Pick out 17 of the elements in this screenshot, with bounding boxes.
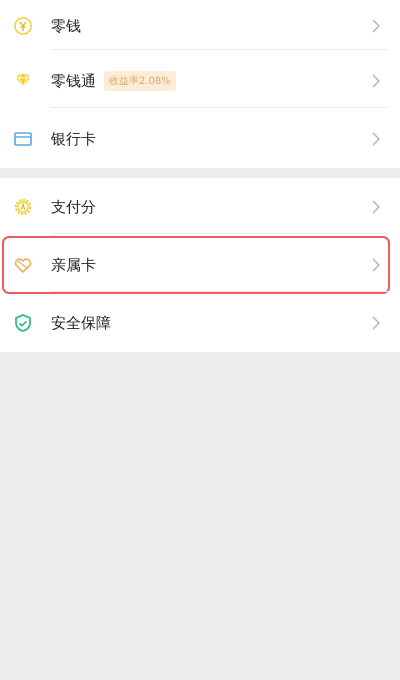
yield-tag: 收益率2.08%: [104, 71, 176, 91]
chevron-icon: [372, 200, 380, 214]
coin-icon: [13, 16, 33, 36]
menu-item[interactable]: 亲属卡: [51, 256, 96, 274]
gear-badge-icon: [13, 197, 33, 217]
menu-item[interactable]: 零钱通: [51, 72, 96, 90]
menu-item[interactable]: 支付分: [51, 198, 96, 216]
card-icon: [13, 129, 33, 149]
chevron-icon: [372, 258, 380, 272]
menu-item[interactable]: 银行卡: [51, 130, 96, 148]
chevron-icon: [372, 316, 380, 330]
chevron-icon: [372, 132, 380, 146]
chevron-icon: [372, 19, 380, 33]
chevron-icon: [372, 74, 380, 88]
menu-item[interactable]: 零钱: [51, 16, 81, 36]
shield-icon: [13, 313, 33, 333]
menu-item[interactable]: 安全保障: [51, 314, 111, 332]
